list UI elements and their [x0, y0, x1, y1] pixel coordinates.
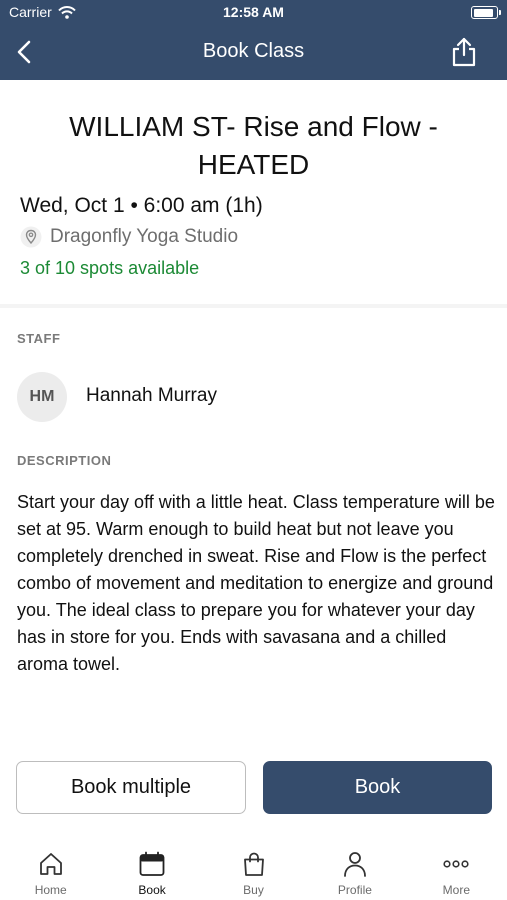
tab-buy-label: Buy	[243, 883, 264, 897]
tab-more-label: More	[442, 883, 470, 897]
tab-bar: Home Book Buy Profile More	[0, 840, 507, 900]
clock: 12:58 AM	[223, 4, 284, 20]
class-datetime: Wed, Oct 1 • 6:00 am (1h)	[20, 194, 263, 217]
book-multiple-button[interactable]: Book multiple	[16, 761, 246, 814]
description-section-label: DESCRIPTION	[17, 453, 112, 468]
nav-bar: Book Class	[0, 26, 507, 80]
section-divider	[0, 304, 507, 308]
avatar[interactable]: HM	[17, 372, 67, 422]
shopping-bag-icon	[243, 852, 264, 876]
location-pin-icon	[20, 226, 42, 248]
class-title: WILLIAM ST- Rise and Flow - HEATED	[69, 111, 438, 180]
tab-profile-label: Profile	[337, 883, 372, 897]
staff-section-label: STAFF	[17, 331, 61, 346]
calendar-icon	[139, 851, 165, 876]
tab-more[interactable]: More	[406, 840, 507, 900]
class-description: Start your day off with a little heat. C…	[17, 492, 495, 674]
class-location[interactable]: Dragonfly Yoga Studio	[20, 226, 238, 248]
status-bar: Carrier 12:58 AM	[0, 0, 507, 26]
book-button[interactable]: Book	[263, 761, 492, 814]
tab-profile[interactable]: Profile	[304, 840, 405, 900]
class-summary: WILLIAM ST- Rise and Flow - HEATED Wed, …	[0, 80, 507, 304]
tab-book-label: Book	[138, 883, 166, 897]
battery-level	[473, 8, 494, 17]
staff-name[interactable]: Hannah Murray	[86, 385, 217, 407]
tab-buy[interactable]: Buy	[203, 840, 304, 900]
tab-home[interactable]: Home	[0, 840, 101, 900]
share-icon[interactable]	[449, 36, 479, 68]
spots-available: 3 of 10 spots available	[20, 258, 200, 278]
battery-icon	[471, 6, 501, 19]
person-icon	[344, 852, 366, 877]
tab-home-label: Home	[34, 883, 67, 897]
more-dots-icon	[443, 860, 469, 868]
home-icon	[39, 853, 62, 875]
location-name: Dragonfly Yoga Studio	[50, 226, 239, 247]
tab-book[interactable]: Book	[101, 840, 202, 900]
page-title: Book Class	[202, 40, 305, 62]
